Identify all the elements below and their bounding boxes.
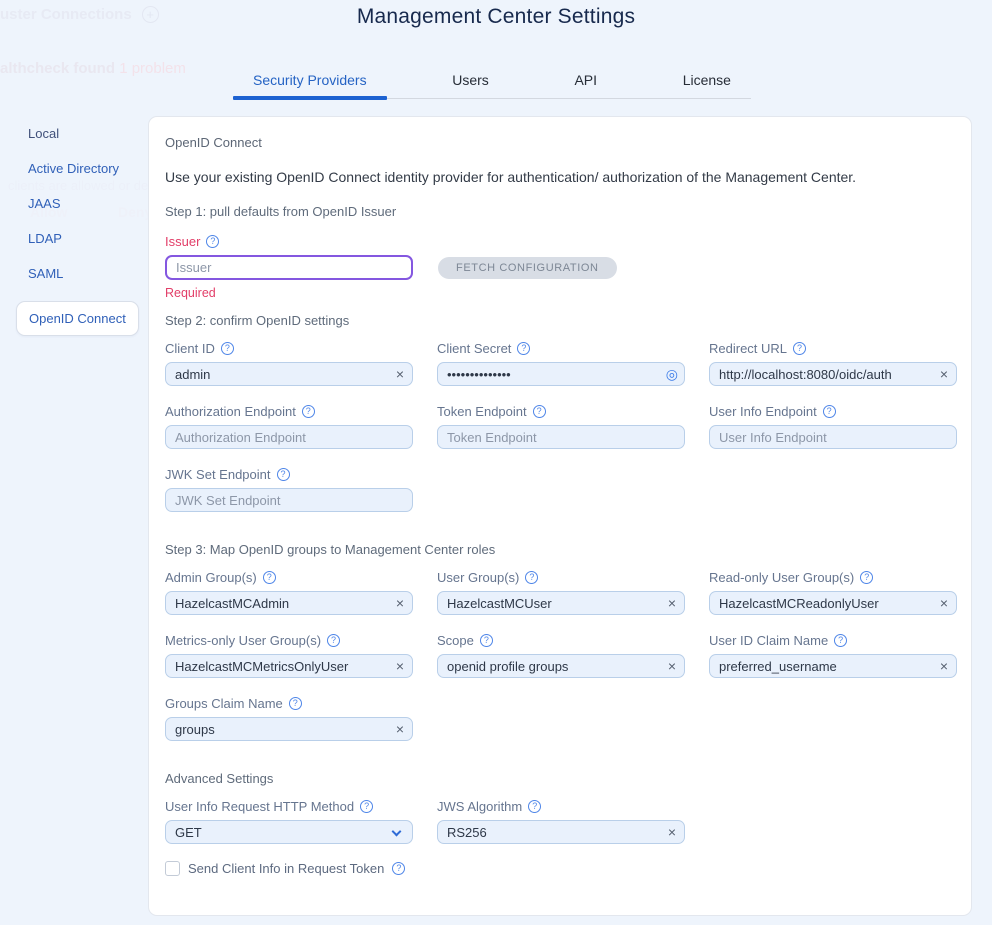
ghost-healthcheck-text: althcheck found bbox=[0, 60, 115, 77]
user-id-claim-input[interactable] bbox=[709, 654, 957, 678]
scope-input[interactable] bbox=[437, 654, 685, 678]
scope-clear-icon[interactable]: × bbox=[668, 658, 676, 674]
tab-license[interactable]: License bbox=[663, 66, 751, 98]
user-groups-input[interactable] bbox=[437, 591, 685, 615]
admin-groups-input[interactable] bbox=[165, 591, 413, 615]
advanced-grid: User Info Request HTTP Method ? GET JWS … bbox=[165, 799, 955, 844]
step3-grid: Admin Group(s) ? × User Group(s) ? × Rea… bbox=[165, 570, 955, 741]
step2-title: Step 2: confirm OpenID settings bbox=[165, 313, 955, 328]
http-method-select[interactable]: GET bbox=[165, 820, 413, 844]
authorization-endpoint-help-icon[interactable]: ? bbox=[302, 405, 315, 418]
show-password-icon[interactable]: ◎ bbox=[666, 366, 678, 382]
admin-groups-clear-icon[interactable]: × bbox=[396, 595, 404, 611]
client-secret-label: Client Secret bbox=[437, 341, 511, 356]
metrics-groups-label: Metrics-only User Group(s) bbox=[165, 633, 321, 648]
user-id-claim-clear-icon[interactable]: × bbox=[940, 658, 948, 674]
user-groups-help-icon[interactable]: ? bbox=[525, 571, 538, 584]
jws-algorithm-clear-icon[interactable]: × bbox=[668, 824, 676, 840]
admin-groups-label: Admin Group(s) bbox=[165, 570, 257, 585]
token-endpoint-label: Token Endpoint bbox=[437, 404, 527, 419]
sidebar-item-openid-connect[interactable]: OpenID Connect bbox=[16, 301, 139, 336]
send-client-info-checkbox[interactable] bbox=[165, 861, 180, 876]
jwk-set-endpoint-input[interactable] bbox=[165, 488, 413, 512]
readonly-groups-clear-icon[interactable]: × bbox=[940, 595, 948, 611]
panel-description: Use your existing OpenID Connect identit… bbox=[165, 169, 955, 185]
redirect-url-clear-icon[interactable]: × bbox=[940, 366, 948, 382]
client-secret-help-icon[interactable]: ? bbox=[517, 342, 530, 355]
issuer-input[interactable] bbox=[165, 255, 413, 280]
jws-algorithm-input[interactable] bbox=[437, 820, 685, 844]
step2-grid: Client ID ? × Client Secret ? ◎ Redirect… bbox=[165, 341, 955, 512]
metrics-groups-help-icon[interactable]: ? bbox=[327, 634, 340, 647]
issuer-label: Issuer bbox=[165, 234, 200, 249]
openid-connect-panel: OpenID Connect Use your existing OpenID … bbox=[148, 116, 972, 916]
advanced-settings-title: Advanced Settings bbox=[165, 771, 955, 786]
user-info-endpoint-label: User Info Endpoint bbox=[709, 404, 817, 419]
step3-title: Step 3: Map OpenID groups to Management … bbox=[165, 542, 955, 557]
ghost-problem-text: 1 problem bbox=[119, 60, 186, 77]
sidebar-item-saml[interactable]: SAML bbox=[16, 266, 139, 281]
client-secret-input[interactable] bbox=[437, 362, 685, 386]
readonly-groups-input[interactable] bbox=[709, 591, 957, 615]
readonly-groups-label: Read-only User Group(s) bbox=[709, 570, 854, 585]
http-method-help-icon[interactable]: ? bbox=[360, 800, 373, 813]
issuer-help-icon[interactable]: ? bbox=[206, 235, 219, 248]
redirect-url-label: Redirect URL bbox=[709, 341, 787, 356]
page-title: Management Center Settings bbox=[0, 5, 992, 29]
tab-security-providers[interactable]: Security Providers bbox=[233, 66, 387, 98]
tab-users[interactable]: Users bbox=[432, 66, 509, 98]
fetch-configuration-button[interactable]: FETCH CONFIGURATION bbox=[438, 257, 617, 279]
sidebar-item-jaas[interactable]: JAAS bbox=[16, 196, 139, 211]
admin-groups-help-icon[interactable]: ? bbox=[263, 571, 276, 584]
metrics-groups-input[interactable] bbox=[165, 654, 413, 678]
user-groups-label: User Group(s) bbox=[437, 570, 519, 585]
panel-header: OpenID Connect bbox=[165, 135, 955, 150]
groups-claim-label: Groups Claim Name bbox=[165, 696, 283, 711]
step1-title: Step 1: pull defaults from OpenID Issuer bbox=[165, 204, 955, 219]
http-method-value: GET bbox=[175, 825, 202, 840]
user-id-claim-help-icon[interactable]: ? bbox=[834, 634, 847, 647]
send-client-info-label: Send Client Info in Request Token bbox=[188, 861, 384, 876]
issuer-required-error: Required bbox=[165, 286, 955, 300]
token-endpoint-input[interactable] bbox=[437, 425, 685, 449]
scope-label: Scope bbox=[437, 633, 474, 648]
metrics-groups-clear-icon[interactable]: × bbox=[396, 658, 404, 674]
jws-algorithm-label: JWS Algorithm bbox=[437, 799, 522, 814]
user-info-endpoint-help-icon[interactable]: ? bbox=[823, 405, 836, 418]
jws-algorithm-help-icon[interactable]: ? bbox=[528, 800, 541, 813]
sidebar-item-ldap[interactable]: LDAP bbox=[16, 231, 139, 246]
user-id-claim-label: User ID Claim Name bbox=[709, 633, 828, 648]
jwk-set-endpoint-help-icon[interactable]: ? bbox=[277, 468, 290, 481]
redirect-url-input[interactable] bbox=[709, 362, 957, 386]
authorization-endpoint-input[interactable] bbox=[165, 425, 413, 449]
send-client-info-help-icon[interactable]: ? bbox=[392, 862, 405, 875]
jwk-set-endpoint-label: JWK Set Endpoint bbox=[165, 467, 271, 482]
client-id-clear-icon[interactable]: × bbox=[396, 366, 404, 382]
redirect-url-help-icon[interactable]: ? bbox=[793, 342, 806, 355]
scope-help-icon[interactable]: ? bbox=[480, 634, 493, 647]
sidebar-item-local[interactable]: Local bbox=[16, 126, 139, 141]
groups-claim-clear-icon[interactable]: × bbox=[396, 721, 404, 737]
groups-claim-input[interactable] bbox=[165, 717, 413, 741]
authorization-endpoint-label: Authorization Endpoint bbox=[165, 404, 296, 419]
user-info-endpoint-input[interactable] bbox=[709, 425, 957, 449]
sidebar-item-active-directory[interactable]: Active Directory bbox=[16, 161, 139, 176]
security-providers-nav: Local Active Directory JAAS LDAP SAML Op… bbox=[16, 126, 139, 336]
tab-api[interactable]: API bbox=[554, 66, 617, 98]
groups-claim-help-icon[interactable]: ? bbox=[289, 697, 302, 710]
client-id-label: Client ID bbox=[165, 341, 215, 356]
client-id-input[interactable] bbox=[165, 362, 413, 386]
http-method-label: User Info Request HTTP Method bbox=[165, 799, 354, 814]
settings-tabs: Security Providers Users API License bbox=[233, 66, 751, 99]
token-endpoint-help-icon[interactable]: ? bbox=[533, 405, 546, 418]
client-id-help-icon[interactable]: ? bbox=[221, 342, 234, 355]
chevron-down-icon bbox=[392, 827, 402, 837]
ghost-healthcheck: althcheck found 1 problem bbox=[0, 60, 186, 77]
readonly-groups-help-icon[interactable]: ? bbox=[860, 571, 873, 584]
user-groups-clear-icon[interactable]: × bbox=[668, 595, 676, 611]
